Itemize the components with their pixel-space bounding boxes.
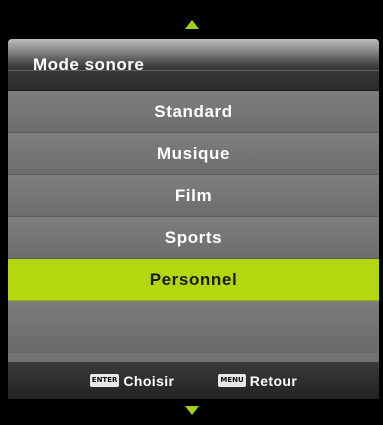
back-hint: MENU Retour bbox=[218, 373, 297, 389]
menu-item-personnel[interactable]: Personnel bbox=[8, 259, 379, 301]
sound-mode-menu: Mode sonore Standard Musique Film Sports… bbox=[8, 39, 379, 399]
menu-item-film[interactable]: Film bbox=[8, 175, 379, 217]
menu-item-sports[interactable]: Sports bbox=[8, 217, 379, 259]
enter-key-icon: ENTER bbox=[89, 374, 120, 387]
menu-key-icon: MENU bbox=[218, 374, 246, 387]
menu-item-standard[interactable]: Standard bbox=[8, 91, 379, 133]
menu-item-musique[interactable]: Musique bbox=[8, 133, 379, 175]
menu-title: Mode sonore bbox=[33, 55, 145, 74]
menu-item-empty bbox=[8, 301, 379, 353]
arrow-up-icon[interactable] bbox=[185, 20, 199, 29]
arrow-down-icon[interactable] bbox=[185, 406, 199, 415]
choose-label: Choisir bbox=[123, 372, 175, 389]
footer-hints: ENTER Choisir MENU Retour bbox=[8, 362, 379, 399]
back-label: Retour bbox=[249, 372, 298, 389]
tv-osd-screen: Mode sonore Standard Musique Film Sports… bbox=[0, 0, 383, 425]
menu-header: Mode sonore bbox=[8, 39, 379, 91]
choose-hint: ENTER Choisir bbox=[89, 372, 175, 389]
